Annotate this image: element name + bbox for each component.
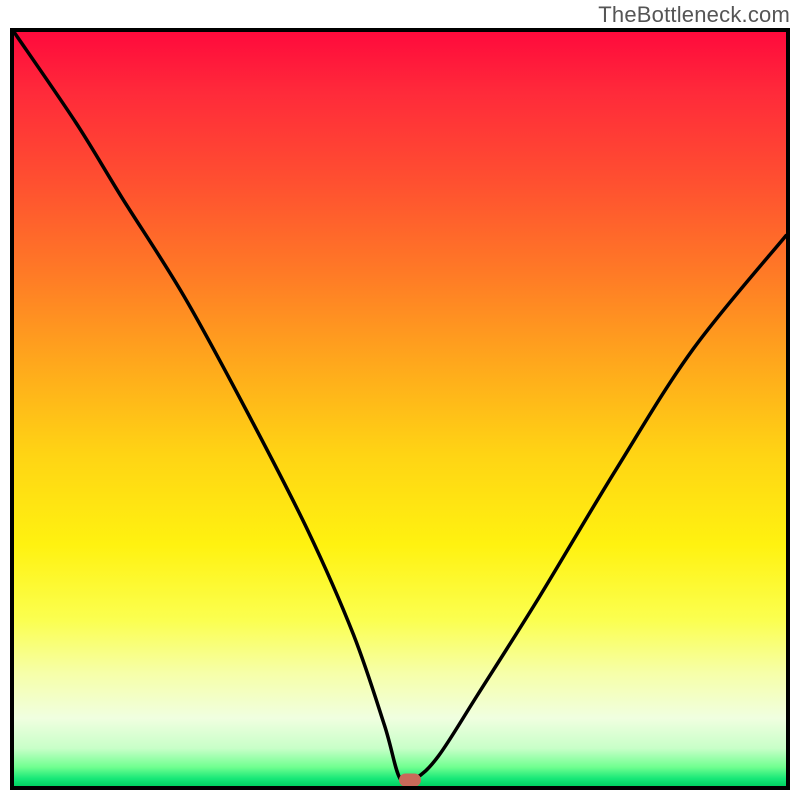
optimal-point-marker (399, 773, 421, 786)
chart-container: TheBottleneck.com (0, 0, 800, 800)
bottleneck-curve (14, 32, 786, 786)
watermark-label: TheBottleneck.com (598, 2, 790, 28)
plot-frame (10, 28, 790, 790)
